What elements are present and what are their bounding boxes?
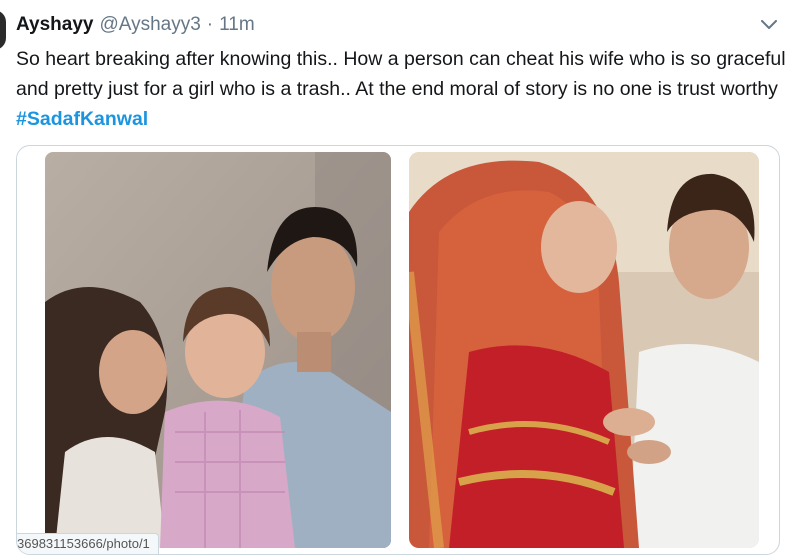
status-url: 369831153666/photo/1 [17,533,159,554]
tweet-timestamp[interactable]: 11m [219,14,255,36]
hashtag-link[interactable]: #SadafKanwal [16,108,148,130]
family-photo-image [45,152,391,548]
tweet-media[interactable]: 369831153666/photo/1 [16,145,780,555]
separator-dot: · [206,14,214,35]
user-handle[interactable]: @Ayshayy3 [99,14,200,36]
photo-family[interactable] [45,152,391,548]
avatar[interactable] [0,10,6,50]
tweet-text: So heart breaking after knowing this.. H… [16,44,786,134]
tweet-menu-button[interactable] [758,14,780,36]
photo-engagement[interactable] [409,152,759,548]
engagement-photo-image [409,152,759,548]
chevron-down-icon [761,20,777,29]
tweet-body: So heart breaking after knowing this.. H… [16,48,786,100]
display-name[interactable]: Ayshayy [16,14,93,36]
tweet-header: Ayshayy @Ayshayy3 · 11m [16,12,780,38]
